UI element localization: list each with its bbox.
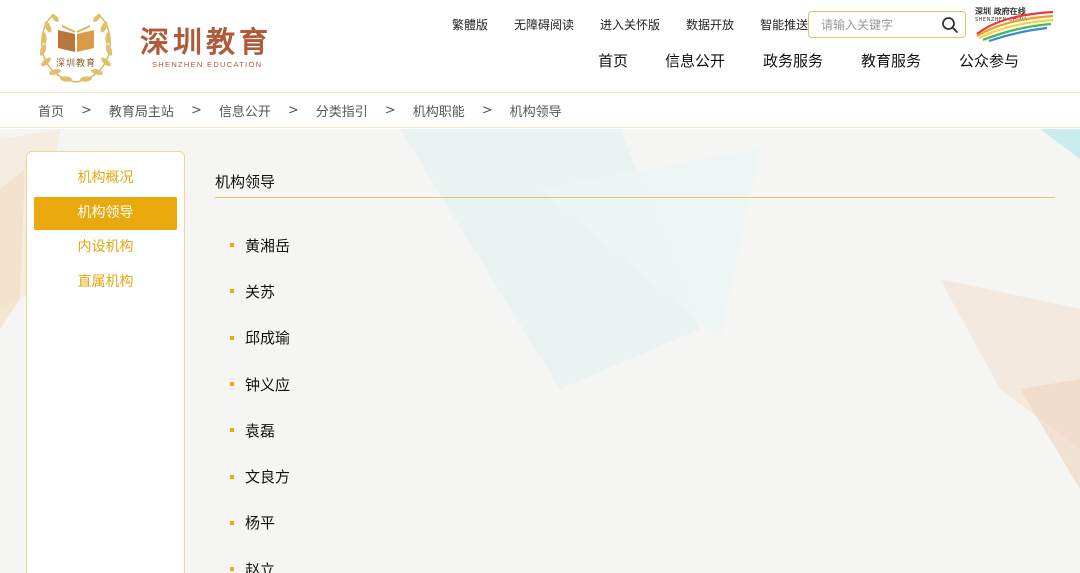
breadcrumb-current-page: 机构领导 xyxy=(509,105,562,120)
logo-english-name: SHENZHEN EDUCATION xyxy=(152,60,263,69)
breadcrumb-separator: > xyxy=(481,103,493,118)
sidebar-item-internal-departments[interactable]: 内设机构 xyxy=(34,231,177,264)
bullet-icon xyxy=(230,474,234,479)
leader-name: 邱成瑜 xyxy=(245,329,291,348)
breadcrumb-separator: > xyxy=(81,103,92,118)
leader-name: 杨平 xyxy=(245,514,276,533)
search-button[interactable] xyxy=(941,16,959,34)
bullet-icon xyxy=(230,382,234,387)
nav-public-participation[interactable]: 公众参与 xyxy=(940,50,1038,74)
bullet-icon xyxy=(230,567,234,572)
traditional-chinese-link[interactable]: 繁體版 xyxy=(452,16,488,34)
search-icon xyxy=(942,17,958,33)
search-box xyxy=(808,11,966,38)
accessible-reading-link[interactable]: 无障碍阅读 xyxy=(514,16,574,34)
list-item[interactable]: 文良方 xyxy=(230,453,630,499)
sidebar-item-affiliated-institutions[interactable]: 直属机构 xyxy=(34,266,177,299)
search-input[interactable] xyxy=(809,12,933,37)
main-navigation: 首页 信息公开 政务服务 教育服务 公众参与 xyxy=(580,50,1038,74)
education-seal-logo[interactable]: 深圳教育 xyxy=(34,8,118,88)
bullet-icon xyxy=(230,428,234,433)
breadcrumb: 首页 > 教育局主站 > 信息公开 > 分类指引 > 机构职能 > 机构领导 xyxy=(0,94,1080,128)
care-mode-link[interactable]: 进入关怀版 xyxy=(600,16,660,34)
breadcrumb-info-disclosure[interactable]: 信息公开 xyxy=(219,101,271,120)
leader-name: 袁磊 xyxy=(245,421,276,440)
nav-education-services[interactable]: 教育服务 xyxy=(842,50,940,74)
leader-name: 关苏 xyxy=(245,282,276,301)
laurel-wreath-icon xyxy=(39,13,113,83)
breadcrumb-home[interactable]: 首页 xyxy=(38,101,64,120)
nav-government-services[interactable]: 政务服务 xyxy=(744,50,842,74)
rainbow-ribbon-icon xyxy=(976,10,1054,42)
nav-home[interactable]: 首页 xyxy=(580,50,646,74)
breadcrumb-institution-functions[interactable]: 机构职能 xyxy=(413,101,465,120)
leader-name: 黄湘岳 xyxy=(245,236,291,255)
list-item[interactable]: 袁磊 xyxy=(230,407,630,453)
breadcrumb-separator: > xyxy=(287,103,299,118)
bullet-icon xyxy=(230,243,234,248)
bullet-icon xyxy=(230,335,234,340)
list-item[interactable]: 邱成瑜 xyxy=(230,315,630,361)
page-title: 机构领导 xyxy=(215,173,276,191)
utility-links: 繁體版 无障碍阅读 进入关怀版 数据开放 智能推送 xyxy=(452,16,834,34)
leader-name: 文良方 xyxy=(245,468,291,487)
open-data-link[interactable]: 数据开放 xyxy=(686,16,734,34)
title-divider xyxy=(215,197,1055,198)
list-item[interactable]: 钟义应 xyxy=(230,361,630,407)
leader-name: 钟义应 xyxy=(245,375,291,394)
sidebar-menu: 机构概况 机构领导 内设机构 直属机构 xyxy=(26,151,185,573)
site-logo-text[interactable]: 深圳教育 SHENZHEN EDUCATION xyxy=(140,24,280,74)
bullet-icon xyxy=(230,289,234,294)
site-header: 深圳教育 深圳教育 SHENZHEN EDUCATION 繁體版 无障碍阅读 进… xyxy=(0,0,1080,93)
logo-chinese-name: 深圳教育 xyxy=(140,25,273,59)
smart-push-link[interactable]: 智能推送 xyxy=(760,16,808,34)
seal-text: 深圳教育 xyxy=(56,59,97,69)
leader-list: 黄湘岳 关苏 邱成瑜 钟义应 袁磊 文良方 杨平 赵立 xyxy=(230,222,630,573)
list-item[interactable]: 赵立 xyxy=(230,546,630,573)
leader-name: 赵立 xyxy=(245,560,276,573)
breadcrumb-separator: > xyxy=(384,103,396,118)
breadcrumb-separator: > xyxy=(190,103,202,118)
breadcrumb-main-site[interactable]: 教育局主站 xyxy=(109,101,174,120)
bullet-icon xyxy=(230,520,234,525)
list-item[interactable]: 关苏 xyxy=(230,268,630,314)
breadcrumb-category-guide[interactable]: 分类指引 xyxy=(316,101,368,120)
nav-info-disclosure[interactable]: 信息公开 xyxy=(646,50,744,74)
sidebar-item-overview[interactable]: 机构概况 xyxy=(34,162,177,195)
sidebar-item-leadership[interactable]: 机构领导 xyxy=(34,196,177,230)
shenzhen-government-logo[interactable]: 深圳 政府在线 SHENZHEN CHINA xyxy=(975,6,1055,42)
list-item[interactable]: 杨平 xyxy=(230,500,630,546)
list-item[interactable]: 黄湘岳 xyxy=(230,222,630,268)
